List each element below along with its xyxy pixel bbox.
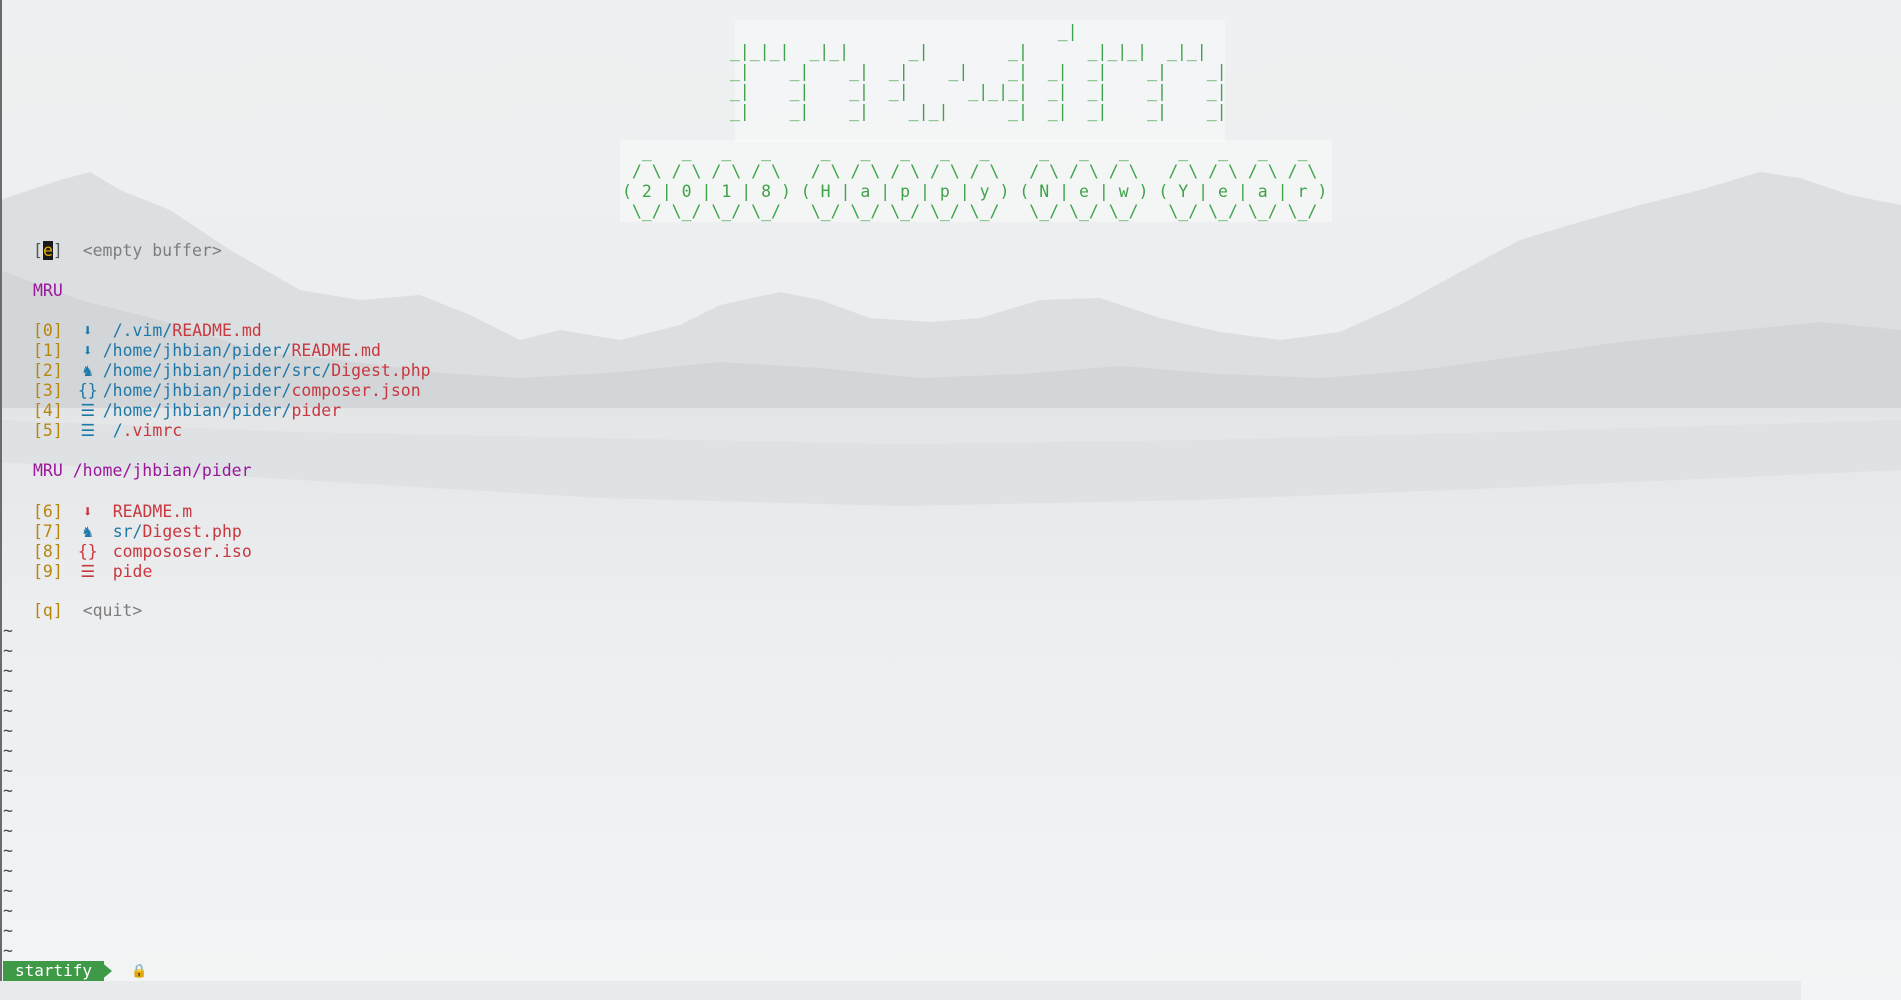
text-file-icon: ☰ (80, 421, 96, 440)
item-index: [q] (33, 601, 63, 620)
item-file: Digest.php (142, 522, 242, 541)
mru-item-0[interactable]: [0] ⬇ /.vim/README.md (33, 321, 262, 341)
item-file: README.m (112, 502, 193, 521)
tilde-line: ~ (3, 721, 13, 740)
tilde-line: ~ (3, 761, 13, 780)
bracket: [ (33, 241, 43, 260)
item-file: README.md (172, 321, 262, 340)
tilde-line: ~ (3, 681, 13, 700)
item-file: .vimrc (122, 421, 183, 440)
tilde-line: ~ (3, 941, 13, 960)
item-index: [8] (33, 542, 63, 561)
mru-section-header: MRU (33, 281, 63, 300)
markdown-icon: ⬇ (82, 341, 93, 360)
mru-item-2[interactable]: [2] ♞ /home/jhbian/pider/src/Digest.php (33, 361, 431, 381)
tilde-line: ~ (3, 781, 13, 800)
item-index: [7] (33, 522, 63, 541)
item-dir: / (112, 421, 123, 440)
command-line[interactable] (0, 981, 1801, 1000)
mru-dir-item-8[interactable]: [8] {} compososer.iso (33, 542, 252, 562)
header-ascii-banner: _ _ _ _ _ _ _ _ _ _ _ _ _ _ _ _ / \ / \ … (622, 142, 1328, 221)
tilde-line: ~ (3, 881, 13, 900)
item-dir: /home/jhbian/pider/src/ (102, 361, 332, 380)
item-file: pider (291, 401, 342, 420)
mode-separator (100, 961, 112, 981)
item-index: [3] (33, 381, 63, 400)
cursor-key-e: e (42, 241, 53, 260)
mru-dir-item-6[interactable]: [6] ⬇ README.m (33, 502, 192, 522)
item-file: composer.json (291, 381, 421, 400)
tilde-line: ~ (3, 621, 13, 640)
markdown-icon: ⬇ (82, 321, 93, 340)
mru-dir-item-7[interactable]: [7] ♞ sr/Digest.php (33, 522, 242, 542)
item-index: [6] (33, 502, 63, 521)
tilde-line: ~ (3, 641, 13, 660)
mru-item-5[interactable]: [5] ☰ /.vimrc (33, 421, 182, 441)
item-index: [4] (33, 401, 63, 420)
mru-item-3[interactable]: [3] {}/home/jhbian/pider/composer.json (33, 381, 421, 401)
item-index: [2] (33, 361, 63, 380)
item-dir: /home/jhbian/pider/ (102, 401, 292, 420)
item-file: README.md (291, 341, 381, 360)
php-icon: ♞ (82, 361, 93, 380)
markdown-icon: ⬇ (82, 502, 93, 521)
item-dir: /.vim/ (112, 321, 173, 340)
item-file: pide (112, 562, 153, 581)
mru-item-1[interactable]: [1] ⬇ /home/jhbian/pider/README.md (33, 341, 381, 361)
tilde-line: ~ (3, 801, 13, 820)
item-file: compososer.iso (112, 542, 252, 561)
window-left-border (0, 0, 2, 1000)
tilde-line: ~ (3, 661, 13, 680)
mru-dir-item-9[interactable]: [9] ☰ pide (33, 562, 152, 582)
item-dir: /home/jhbian/pider/ (102, 381, 292, 400)
item-dir: /home/jhbian/pider/ (102, 341, 292, 360)
item-file: Digest.php (331, 361, 431, 380)
item-index: [9] (33, 562, 63, 581)
empty-buffer-label: <empty buffer> (82, 241, 222, 260)
item-index: [1] (33, 341, 63, 360)
tilde-line: ~ (3, 861, 13, 880)
json-icon: {} (77, 542, 98, 561)
tilde-line: ~ (3, 821, 13, 840)
php-icon: ♞ (82, 522, 93, 541)
mru-item-4[interactable]: [4] ☰ /home/jhbian/pider/pider (33, 401, 341, 421)
quit-entry[interactable]: [q] <quit> (33, 601, 142, 621)
item-index: [5] (33, 421, 63, 440)
tilde-line: ~ (3, 741, 13, 760)
item-dir: sr/ (112, 522, 143, 541)
mode-indicator: startify (3, 961, 105, 981)
lock-icon: 🔒 (131, 964, 148, 979)
header-ascii-logo: _| _|_|_| _|_| _| _| _|_|_| _|_| _| _| _… (729, 22, 1227, 121)
tilde-line: ~ (3, 921, 13, 940)
item-index: [0] (33, 321, 63, 340)
tilde-line: ~ (3, 901, 13, 920)
mru-dir-section-header: MRU /home/jhbian/pider (33, 461, 252, 480)
status-line: startify 🔒 (0, 961, 1901, 981)
tilde-line: ~ (3, 701, 13, 720)
text-file-icon: ☰ (80, 401, 96, 420)
quit-label: <quit> (82, 601, 143, 620)
empty-buffer-entry[interactable]: [e] <empty buffer> (33, 241, 222, 261)
bracket: ] (52, 241, 63, 260)
tilde-line: ~ (3, 841, 13, 860)
json-icon: {} (77, 381, 98, 400)
text-file-icon: ☰ (80, 562, 96, 581)
